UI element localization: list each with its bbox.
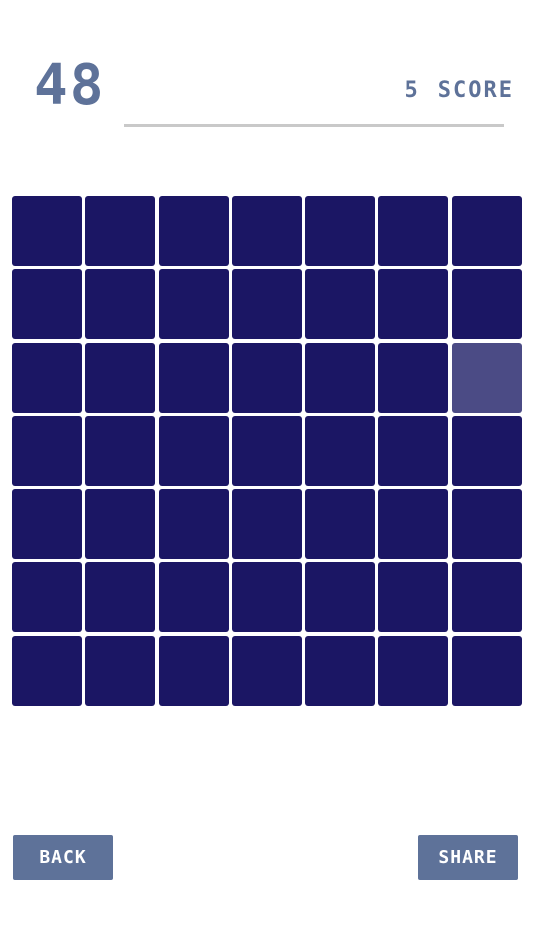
grid-cell[interactable]	[378, 562, 449, 633]
score-display: 5 SCORE	[405, 78, 514, 103]
timer-display: 48	[34, 53, 106, 118]
grid-cell[interactable]	[378, 635, 449, 706]
share-button[interactable]: SHARE	[418, 835, 518, 880]
grid-cell[interactable]	[231, 635, 302, 706]
grid-cell[interactable]	[305, 635, 376, 706]
grid-cell[interactable]	[12, 342, 82, 413]
grid-cell[interactable]	[378, 489, 449, 560]
grid-cell[interactable]	[85, 415, 156, 486]
grid-cell[interactable]	[158, 342, 229, 413]
grid-cell[interactable]	[12, 269, 82, 340]
grid-cell[interactable]	[378, 269, 449, 340]
grid-cell[interactable]	[305, 415, 376, 486]
grid-cell[interactable]	[451, 489, 522, 560]
grid-cell[interactable]	[451, 269, 522, 340]
grid-cell[interactable]	[378, 415, 449, 486]
grid-cell[interactable]	[231, 196, 302, 266]
grid-cell[interactable]	[12, 196, 82, 266]
grid-cell[interactable]	[85, 562, 156, 633]
grid-cell[interactable]	[231, 415, 302, 486]
grid-cell[interactable]	[158, 269, 229, 340]
back-button[interactable]: BACK	[13, 835, 113, 880]
grid-cell[interactable]	[85, 269, 156, 340]
grid-cell[interactable]	[158, 562, 229, 633]
header-divider	[124, 124, 504, 127]
score-value: 5	[404, 78, 420, 103]
grid-cell[interactable]	[305, 196, 376, 266]
grid-cell[interactable]	[378, 342, 449, 413]
grid-cell[interactable]	[305, 562, 376, 633]
grid-cell[interactable]	[231, 562, 302, 633]
grid-cell[interactable]	[231, 489, 302, 560]
grid-cell[interactable]	[451, 562, 522, 633]
grid-cell[interactable]	[12, 415, 82, 486]
grid-cell[interactable]	[305, 489, 376, 560]
grid-cell[interactable]	[85, 635, 156, 706]
grid-cell[interactable]	[305, 269, 376, 340]
grid-cell[interactable]	[451, 635, 522, 706]
grid-cell[interactable]	[85, 342, 156, 413]
grid-cell[interactable]	[451, 196, 522, 266]
grid-cell[interactable]	[12, 489, 82, 560]
grid-cell[interactable]	[158, 489, 229, 560]
grid-cell[interactable]	[12, 562, 82, 633]
grid-cell[interactable]	[85, 489, 156, 560]
grid-cell[interactable]	[378, 196, 449, 266]
grid-cell[interactable]	[158, 635, 229, 706]
grid-cell[interactable]	[12, 635, 82, 706]
grid-cell-odd[interactable]	[451, 342, 522, 413]
grid-cell[interactable]	[158, 415, 229, 486]
grid-cell[interactable]	[451, 415, 522, 486]
score-label: SCORE	[437, 78, 514, 103]
grid-cell[interactable]	[85, 196, 156, 266]
grid-cell[interactable]	[305, 342, 376, 413]
grid-cell[interactable]	[231, 342, 302, 413]
grid-cell[interactable]	[231, 269, 302, 340]
game-grid	[12, 196, 522, 706]
grid-cell[interactable]	[158, 196, 229, 266]
